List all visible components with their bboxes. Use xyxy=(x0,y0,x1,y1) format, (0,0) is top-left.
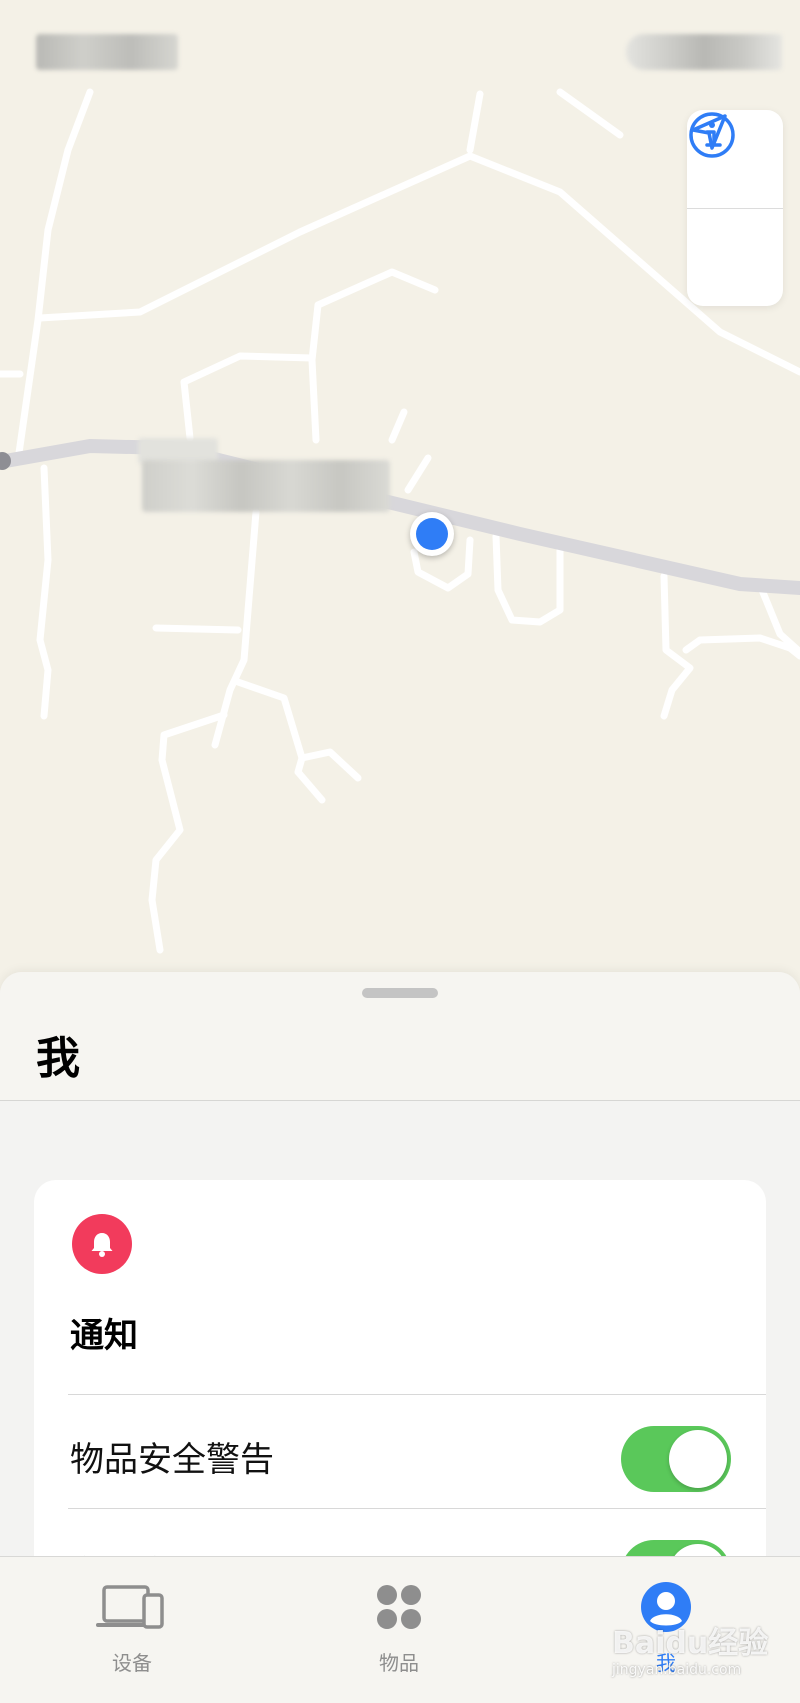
map-place-label-blurred xyxy=(142,460,390,512)
item-safety-alerts-toggle[interactable] xyxy=(621,1426,731,1492)
status-time-blurred xyxy=(36,34,178,70)
locate-me-button[interactable] xyxy=(687,114,783,307)
items-icon xyxy=(319,1577,479,1637)
sheet-title: 我 xyxy=(36,1033,80,1084)
tab-devices-label: 设备 xyxy=(112,1651,152,1675)
tab-items[interactable]: 物品 xyxy=(319,1567,479,1687)
row-divider xyxy=(68,1508,766,1509)
sheet-grabber[interactable] xyxy=(362,988,438,998)
notifications-heading: 通知 xyxy=(70,1316,138,1356)
bottom-sheet: 我 通知 物品安全警告 允许家人邀请 xyxy=(0,972,800,1600)
map-controls xyxy=(687,110,783,306)
watermark-url: jingyan.baidu.com xyxy=(612,1662,742,1678)
item-safety-alerts-label: 物品安全警告 xyxy=(70,1440,274,1480)
devices-icon xyxy=(52,1577,212,1637)
current-location-marker xyxy=(410,512,454,556)
map-view[interactable] xyxy=(0,0,800,1000)
watermark-brand: Baidu经验 xyxy=(612,1626,769,1661)
tab-items-label: 物品 xyxy=(379,1651,419,1675)
bell-icon xyxy=(72,1214,132,1274)
location-arrow-icon xyxy=(691,114,727,150)
notifications-card: 通知 物品安全警告 允许家人邀请 xyxy=(34,1180,766,1600)
status-indicators-blurred xyxy=(626,34,782,70)
map-roads xyxy=(0,88,800,954)
row-divider xyxy=(68,1394,766,1395)
sheet-header: 我 xyxy=(0,972,800,1101)
tab-devices[interactable]: 设备 xyxy=(52,1567,212,1687)
